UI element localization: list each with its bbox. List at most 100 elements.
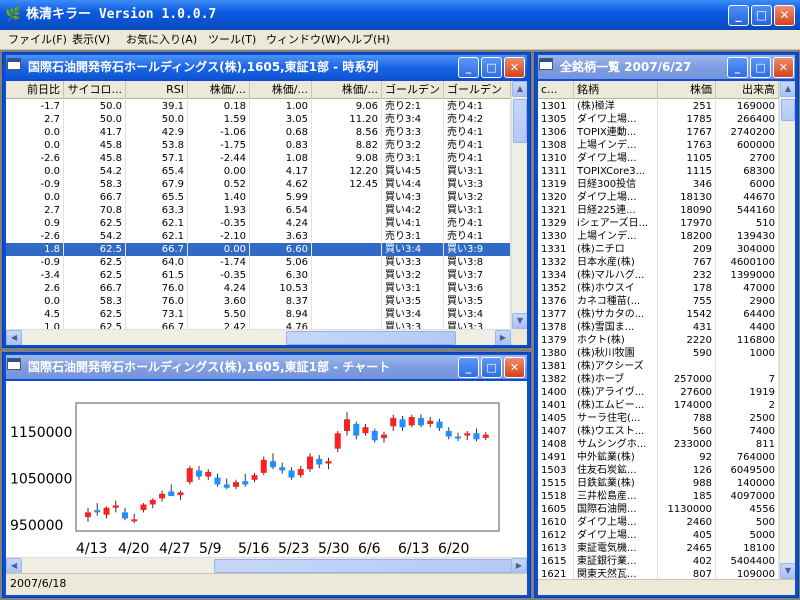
col-header-price[interactable]: 株価 xyxy=(658,81,716,99)
timeseries-maximize-button[interactable]: □ xyxy=(481,57,502,78)
list-item[interactable]: 1321 日経225連... 18090 544160 xyxy=(538,204,779,217)
scroll-left-button[interactable]: ◀ xyxy=(6,330,22,345)
table-row[interactable]: 1.0 62.5 66.7 2.42 4.76 買い3:3 買い3:3 xyxy=(6,321,511,329)
table-row[interactable]: 1.8 62.5 66.7 0.00 6.60 買い3:4 買い3:9 xyxy=(6,243,511,256)
list-item[interactable]: 1320 ダイワ上場... 18130 44670 xyxy=(538,191,779,204)
menu-favorites[interactable]: お気に入り(A) xyxy=(126,32,197,48)
col-header[interactable]: 前日比 xyxy=(6,81,64,99)
list-item[interactable]: 1377 (株)サカタの... 1542 64400 xyxy=(538,308,779,321)
chart-hscroll[interactable]: ◀ ▶ xyxy=(6,557,527,574)
scroll-thumb[interactable] xyxy=(214,559,514,573)
scroll-up-button[interactable]: ▲ xyxy=(512,81,527,97)
table-row[interactable]: 4.5 62.5 73.1 5.50 8.94 買い3:4 買い3:4 xyxy=(6,308,511,321)
list-item[interactable]: 1621 関東天然瓦... 807 109000 xyxy=(538,568,779,579)
list-item[interactable]: 1491 中外鉱業(株) 92 764000 xyxy=(538,451,779,464)
table-row[interactable]: 0.0 66.7 65.5 1.40 5.99 買い4:3 買い3:2 xyxy=(6,191,511,204)
stock-list-maximize-button[interactable]: □ xyxy=(750,57,771,78)
table-row[interactable]: -2.6 45.8 57.1 -2.44 1.08 9.08 売り3:1 売り4:1 xyxy=(6,152,511,165)
stock-list-minimize-button[interactable]: _ xyxy=(727,57,748,78)
list-item[interactable]: 1515 日鉄鉱業(株) 988 140000 xyxy=(538,477,779,490)
scroll-right-button[interactable]: ▶ xyxy=(511,558,527,574)
menu-help[interactable]: ヘルプ(H) xyxy=(340,32,390,48)
list-item[interactable]: 1503 住友石炭鉱... 126 6049500 xyxy=(538,464,779,477)
app-maximize-button[interactable]: □ xyxy=(751,5,772,26)
stock-list-close-button[interactable]: ✕ xyxy=(773,57,794,78)
menu-file[interactable]: ファイル(F) xyxy=(8,32,67,48)
col-header[interactable]: サイコロ... xyxy=(64,81,126,99)
timeseries-close-button[interactable]: ✕ xyxy=(504,57,525,78)
scroll-down-button[interactable]: ▼ xyxy=(780,563,795,579)
table-row[interactable]: -0.9 58.3 67.9 0.52 4.62 12.45 買い4:4 買い3:3 xyxy=(6,178,511,191)
table-row[interactable]: 0.0 54.2 65.4 0.00 4.17 12.20 買い4:5 買い3:1 xyxy=(6,165,511,178)
list-item[interactable]: 1605 国際石油開... 1130000 4556 xyxy=(538,503,779,516)
list-item[interactable]: 1301 (株)極洋 251 169000 xyxy=(538,100,779,113)
col-header[interactable]: 株価/... xyxy=(312,81,382,99)
list-item[interactable]: 1331 (株)ニチロ 209 304000 xyxy=(538,243,779,256)
menu-tools[interactable]: ツール(T) xyxy=(208,32,256,48)
chart-maximize-button[interactable]: □ xyxy=(481,357,502,378)
timeseries-minimize-button[interactable]: _ xyxy=(458,57,479,78)
col-header-name[interactable]: 銘柄 xyxy=(574,81,658,99)
list-item[interactable]: 1615 東証銀行業... 402 5404400 xyxy=(538,555,779,568)
list-item[interactable]: 1518 三井松島産... 185 4097000 xyxy=(538,490,779,503)
menu-view[interactable]: 表示(V) xyxy=(72,32,110,48)
scroll-right-button[interactable]: ▶ xyxy=(495,330,511,345)
menu-window[interactable]: ウィンドウ(W) xyxy=(266,32,340,48)
scroll-thumb[interactable] xyxy=(286,331,456,345)
list-item[interactable]: 1610 ダイワ上場... 2460 500 xyxy=(538,516,779,529)
table-row[interactable]: -2.6 54.2 62.1 -2.10 3.63 売り3:1 売り4:1 xyxy=(6,230,511,243)
table-row[interactable]: 0.0 41.7 42.9 -1.06 0.68 8.56 売り3:3 売り4:1 xyxy=(6,126,511,139)
col-header[interactable]: ゴールデン xyxy=(382,81,444,99)
list-item[interactable]: 1408 サムシングホ... 233000 811 xyxy=(538,438,779,451)
list-item[interactable]: 1381 (株)アクシーズ xyxy=(538,360,779,373)
list-item[interactable]: 1308 上場インデ... 1763 600000 xyxy=(538,139,779,152)
list-item[interactable]: 1612 ダイワ上場... 405 5000 xyxy=(538,529,779,542)
col-header[interactable]: 株価/... xyxy=(188,81,250,99)
timeseries-hscroll[interactable]: ◀ ▶ xyxy=(6,329,511,345)
list-item[interactable]: 1400 (株)アライヴ... 27600 1919 xyxy=(538,386,779,399)
list-item[interactable]: 1613 東証電気機... 2465 18100 xyxy=(538,542,779,555)
list-item[interactable]: 1379 ホクト(株) 2220 116800 xyxy=(538,334,779,347)
list-item[interactable]: 1376 カネコ種苗(... 755 2900 xyxy=(538,295,779,308)
list-item[interactable]: 1405 サーラ住宅(... 788 2500 xyxy=(538,412,779,425)
app-close-button[interactable]: ✕ xyxy=(774,5,795,26)
list-item[interactable]: 1382 (株)ホーブ 257000 7 xyxy=(538,373,779,386)
list-item[interactable]: 1334 (株)マルハグ... 232 1399000 xyxy=(538,269,779,282)
scroll-thumb[interactable] xyxy=(513,99,527,143)
table-row[interactable]: 0.9 62.5 62.1 -0.35 4.24 買い4:1 売り4:1 xyxy=(6,217,511,230)
list-item[interactable]: 1305 ダイワ上場... 1785 266400 xyxy=(538,113,779,126)
list-item[interactable]: 1306 TOPIX連動... 1767 2740200 xyxy=(538,126,779,139)
list-item[interactable]: 1311 TOPIXCore3... 1115 68300 xyxy=(538,165,779,178)
col-header-volume[interactable]: 出来高 xyxy=(716,81,779,99)
col-header-code[interactable]: c... xyxy=(538,81,574,99)
list-item[interactable]: 1378 (株)雪国ま... 431 4400 xyxy=(538,321,779,334)
list-item[interactable]: 1401 (株)エムビー... 174000 2 xyxy=(538,399,779,412)
table-row[interactable]: 2.7 50.0 50.0 1.59 3.05 11.20 売り3:4 売り4:2 xyxy=(6,113,511,126)
table-row[interactable]: 0.0 45.8 53.8 -1.75 0.83 8.82 売り3:2 売り4:1 xyxy=(6,139,511,152)
list-item[interactable]: 1319 日経300投信 346 6000 xyxy=(538,178,779,191)
scroll-up-button[interactable]: ▲ xyxy=(780,81,795,97)
scroll-left-button[interactable]: ◀ xyxy=(6,558,22,574)
col-header[interactable]: 株価/... xyxy=(250,81,312,99)
list-item[interactable]: 1329 iシェアーズ日... 17970 510 xyxy=(538,217,779,230)
col-header[interactable]: RSI xyxy=(126,81,188,99)
list-item[interactable]: 1332 日本水産(株) 767 4600100 xyxy=(538,256,779,269)
table-row[interactable]: -3.4 62.5 61.5 -0.35 6.30 買い3:2 買い3:7 xyxy=(6,269,511,282)
list-item[interactable]: 1352 (株)ホウスイ 178 47000 xyxy=(538,282,779,295)
chart-close-button[interactable]: ✕ xyxy=(504,357,525,378)
table-row[interactable]: 0.0 58.3 76.0 3.60 8.37 買い3:5 買い3:5 xyxy=(6,295,511,308)
app-minimize-button[interactable]: _ xyxy=(728,5,749,26)
table-row[interactable]: 2.7 70.8 63.3 1.93 6.54 買い4:2 買い3:1 xyxy=(6,204,511,217)
list-item[interactable]: 1407 (株)ウエスト... 560 7400 xyxy=(538,425,779,438)
timeseries-vscroll[interactable]: ▲ ▼ xyxy=(511,81,527,329)
chart-minimize-button[interactable]: _ xyxy=(458,357,479,378)
list-item[interactable]: 1310 ダイワ上場... 1105 2700 xyxy=(538,152,779,165)
table-row[interactable]: 2.6 66.7 76.0 4.24 10.53 買い3:1 買い3:6 xyxy=(6,282,511,295)
table-row[interactable]: -0.9 62.5 64.0 -1.74 5.06 買い3:3 買い3:8 xyxy=(6,256,511,269)
stock-list-vscroll[interactable]: ▲ ▼ xyxy=(779,81,795,579)
col-header[interactable]: ゴールデン xyxy=(444,81,511,99)
list-item[interactable]: 1330 上場インデ... 18200 139430 xyxy=(538,230,779,243)
scroll-thumb[interactable] xyxy=(781,99,795,121)
scroll-down-button[interactable]: ▼ xyxy=(512,313,527,329)
list-item[interactable]: 1380 (株)秋川牧園 590 1000 xyxy=(538,347,779,360)
